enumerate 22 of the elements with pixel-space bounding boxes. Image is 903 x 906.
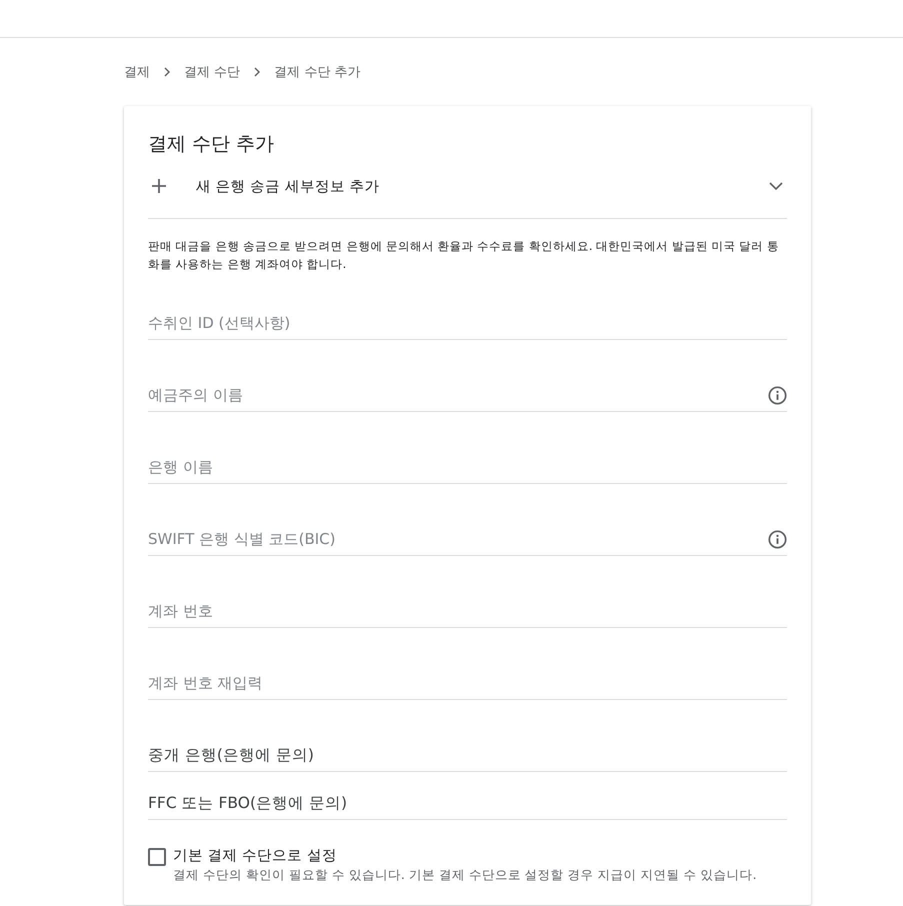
- input-field[interactable]: 계좌 번호 재입력: [148, 667, 787, 700]
- input-field[interactable]: 수취인 ID (선택사항): [148, 307, 787, 340]
- input-field[interactable]: SWIFT 은행 식별 코드(BIC): [148, 523, 787, 556]
- card-title: 결제 수단 추가: [148, 132, 276, 157]
- chevron-right-icon: [164, 67, 170, 77]
- input-field[interactable]: 예금주의 이름: [148, 379, 787, 412]
- checkbox-label: 기본 결제 수단으로 설정: [173, 847, 338, 866]
- input-field[interactable]: 계좌 번호: [148, 595, 787, 628]
- breadcrumb-link[interactable]: 결제 수단: [184, 63, 240, 81]
- breadcrumb-link[interactable]: 결제: [124, 63, 150, 81]
- input-field[interactable]: FFC 또는 FBO(은행에 문의): [148, 787, 787, 820]
- add-bank-details-toggle[interactable]: 새 은행 송금 세부정보 추가: [148, 158, 787, 214]
- breadcrumb-current: 결제 수단 추가: [274, 64, 360, 81]
- plus-icon: [152, 179, 166, 193]
- chevron-right-icon: [254, 67, 260, 77]
- notice-text: 판매 대금을 은행 송금으로 받으려면 은행에 문의해서 환율과 수수료를 확인하세요. 대한민국에서 발급된 미국 달러 통화를 사용하는 은행 계좌여야 합니다.: [148, 238, 780, 273]
- info-icon[interactable]: [768, 530, 787, 549]
- input-field[interactable]: 중개 은행(은행에 문의): [148, 739, 787, 772]
- info-icon[interactable]: [768, 386, 787, 405]
- checkbox-hint: 결제 수단의 확인이 필요할 수 있습니다. 기본 결제 수단으로 설정할 경우 지급이 지연될 수 있습니다.: [173, 866, 757, 884]
- input-field[interactable]: 은행 이름: [148, 451, 787, 484]
- checkbox[interactable]: [148, 848, 166, 866]
